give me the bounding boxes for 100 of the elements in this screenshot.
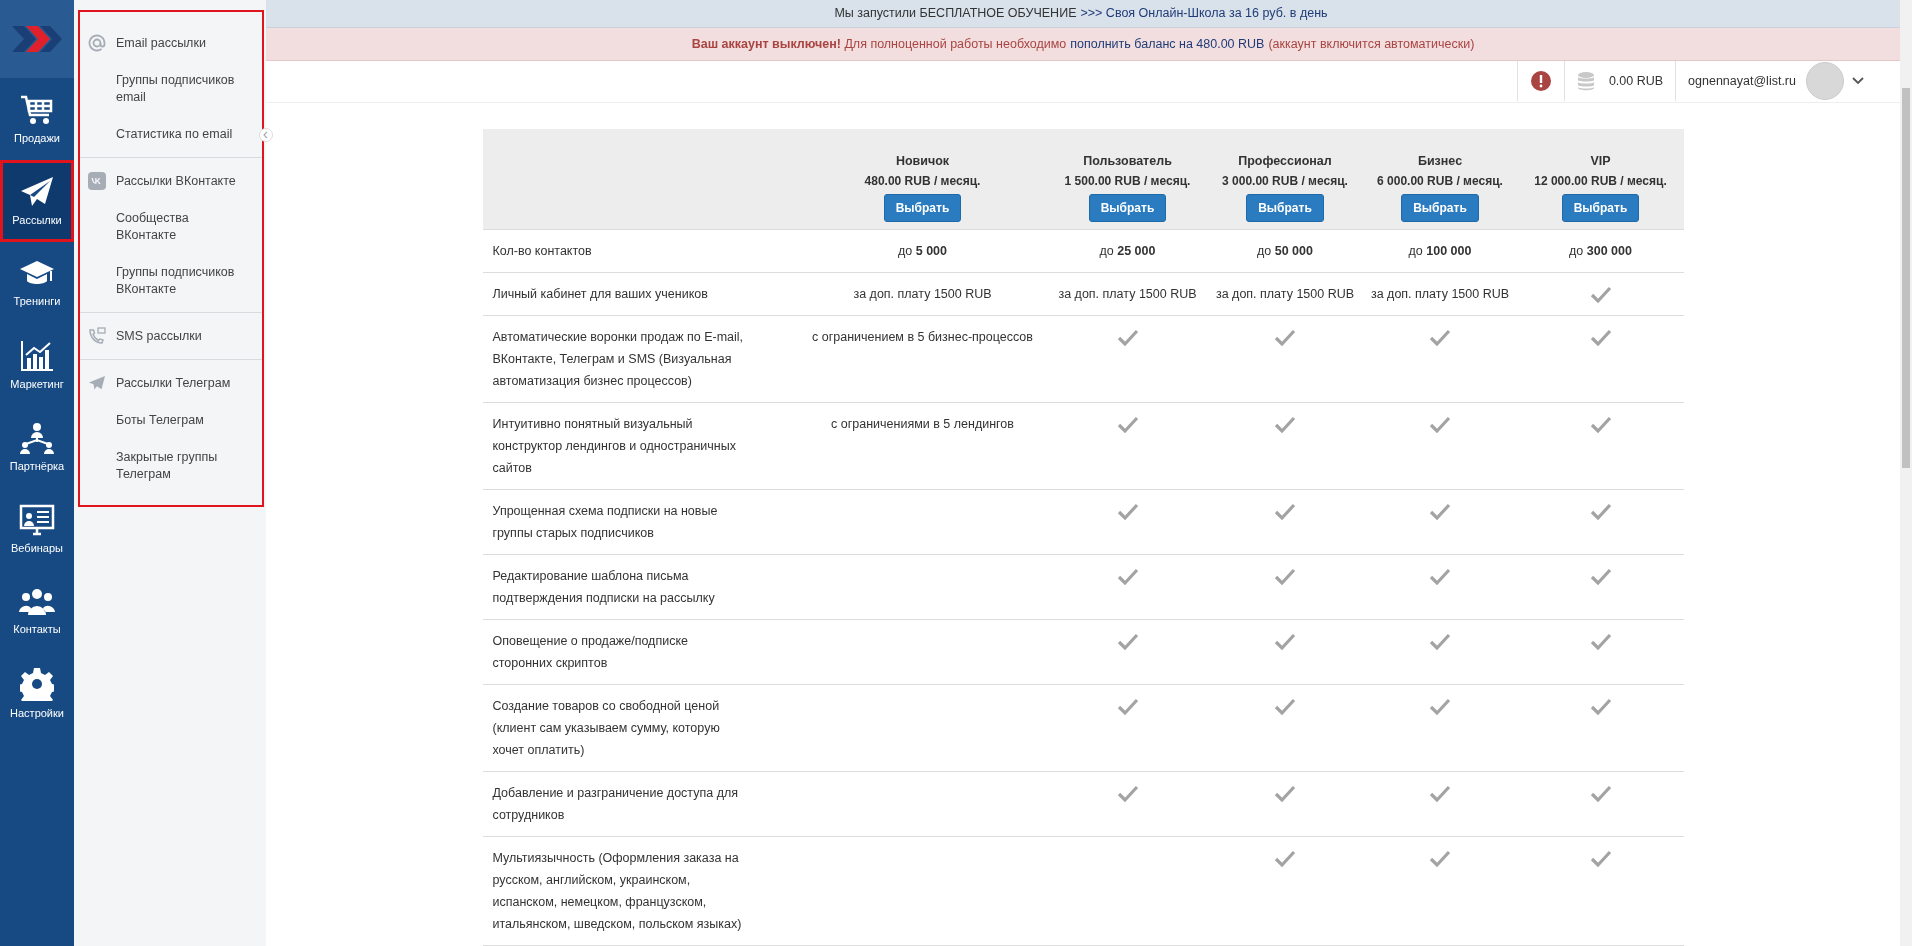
- nav-item[interactable]: Маркетинг: [0, 324, 74, 406]
- table-cell-text: за доп. плату 1500 RUB: [1058, 286, 1197, 303]
- balance-amount: 0.00 RUB: [1608, 74, 1664, 89]
- feature-cell: Упрощенная схема подписки на новые группы старых подписчиков: [482, 490, 798, 555]
- plan-name: Новичок: [895, 154, 950, 168]
- checkmark-icon: [1589, 503, 1612, 521]
- at-sign-icon: [88, 34, 106, 52]
- nav-item[interactable]: Настройки: [0, 652, 74, 734]
- checkmark-icon: [1429, 416, 1451, 434]
- nav-item[interactable]: Вебинары: [0, 488, 74, 570]
- checkmark-icon: [1274, 698, 1296, 716]
- checkmark-icon: [1429, 785, 1451, 803]
- alert-icon[interactable]: [1529, 70, 1552, 93]
- feature-cell: Оповещение о продаже/подписке сторонних скриптов: [482, 620, 798, 685]
- feature-cell: Автоматические воронки продаж по E-mail, ВКонтакте, Телеграм и SMS (Визуальная автоматизация бизнес процессов): [482, 316, 798, 403]
- plan-price: 480.00 RUB / месяц.: [864, 174, 981, 188]
- table-cell-text: с ограничением в 5 бизнес-процессов: [812, 329, 1033, 346]
- select-plan-button[interactable]: Выбрать: [1088, 194, 1167, 222]
- collapse-toggle-icon[interactable]: [259, 128, 273, 142]
- select-plan-button[interactable]: Выбрать: [1561, 194, 1640, 222]
- checkmark-icon: [1429, 633, 1451, 651]
- submenu-item[interactable]: Рассылки Телеграм: [80, 364, 262, 402]
- feature-cell: Интуитивно понятный визуальный конструктор лендингов и одностраничных сайтов: [482, 403, 798, 490]
- plan-name: Профессионал: [1238, 154, 1332, 168]
- table-cell-text: до 100 000: [1408, 243, 1472, 260]
- checkmark-icon: [1116, 785, 1139, 803]
- table-cell-text: до 300 000: [1569, 243, 1632, 260]
- feature-cell: Мультиязычность (Оформления заказа на русском, английском, украинском, испанском, немецком, французском, итальянском, шведском, польском языках): [482, 837, 798, 946]
- submenu-item[interactable]: Сообщества ВКонтакте: [80, 200, 262, 254]
- plan-price: 12 000.00 RUB / месяц.: [1534, 174, 1667, 188]
- vk-icon: [88, 172, 106, 190]
- table-cell-text: до 25 000: [1099, 243, 1156, 260]
- checkmark-icon: [1429, 503, 1451, 521]
- paper-plane-icon: [20, 176, 54, 208]
- feature-cell: Добавление и разграничение доступа для сотрудников: [482, 772, 798, 837]
- nav-item[interactable]: Контакты: [0, 570, 74, 652]
- checkmark-icon: [1589, 416, 1612, 434]
- banner-link[interactable]: пополнить баланс на 480.00 RUB: [1070, 36, 1265, 51]
- nav-item[interactable]: Тренинги: [0, 242, 74, 324]
- cart-icon: [20, 94, 54, 126]
- checkmark-icon: [1589, 850, 1612, 868]
- checkmark-icon: [1589, 286, 1612, 304]
- checkmark-icon: [1116, 416, 1139, 434]
- submenu-item[interactable]: Рассылки ВКонтакте: [80, 162, 262, 200]
- plan-name: Пользователь: [1083, 154, 1172, 168]
- paper-plane-icon: [88, 374, 106, 392]
- select-plan-button[interactable]: Выбрать: [1246, 194, 1324, 222]
- submenu-item[interactable]: Боты Телеграм: [80, 402, 262, 439]
- settings-icon: [20, 667, 54, 701]
- plan-name: Бизнес: [1417, 154, 1463, 168]
- submenu-item[interactable]: Email рассылки: [80, 24, 262, 62]
- plan-name: VIP: [1590, 154, 1611, 168]
- chevron-down-icon[interactable]: [1852, 77, 1864, 86]
- checkmark-icon: [1274, 633, 1296, 651]
- checkmark-icon: [1116, 568, 1139, 586]
- plan-price: 1 500.00 RUB / месяц.: [1064, 174, 1191, 188]
- checkmark-icon: [1274, 416, 1296, 434]
- people-hierarchy-icon: [19, 422, 55, 454]
- checkmark-icon: [1274, 568, 1296, 586]
- table-cell-text: за доп. плату 1500 RUB: [1215, 286, 1355, 303]
- nav-item[interactable]: Продажи: [0, 78, 74, 160]
- user-email[interactable]: ognennayat@list.ru: [1688, 74, 1796, 89]
- checkmark-icon: [1589, 698, 1612, 716]
- submenu-item[interactable]: SMS рассылки: [80, 317, 262, 355]
- people-group-icon: [19, 587, 55, 617]
- submenu-item[interactable]: Группы подписчиков ВКонтакте: [80, 254, 262, 308]
- checkmark-icon: [1274, 785, 1296, 803]
- submenu-item[interactable]: Закрытые группы Телеграм: [80, 439, 262, 493]
- checkmark-icon: [1116, 633, 1139, 651]
- checkmark-icon: [1116, 329, 1139, 347]
- bar-chart-icon: [20, 340, 54, 372]
- checkmark-icon: [1116, 698, 1139, 716]
- feature-cell: Кол-во контактов: [482, 230, 798, 273]
- checkmark-icon: [1274, 329, 1296, 347]
- presentation-screen-icon: [19, 504, 55, 536]
- checkmark-icon: [1589, 568, 1612, 586]
- scrollbar-thumb[interactable]: [1902, 88, 1910, 468]
- checkmark-icon: [1429, 698, 1451, 716]
- checkmark-icon: [1429, 850, 1451, 868]
- submenu-item[interactable]: Группы подписчиков email: [80, 62, 262, 116]
- banner-link[interactable]: >>> Своя Онлайн-Школа за 16 руб. в день: [1080, 6, 1328, 21]
- checkmark-icon: [1274, 850, 1296, 868]
- checkmark-icon: [1429, 568, 1451, 586]
- table-cell-text: до 5 000: [898, 243, 947, 260]
- checkmark-icon: [1116, 503, 1139, 521]
- submenu-item[interactable]: Статистика по email: [80, 116, 262, 153]
- select-plan-button[interactable]: Выбрать: [1401, 194, 1479, 222]
- nav-item[interactable]: Партнёрка: [0, 406, 74, 488]
- table-cell-text: за доп. плату 1500 RUB: [853, 286, 992, 303]
- select-plan-button[interactable]: Выбрать: [883, 194, 962, 222]
- nav-item[interactable]: Рассылки: [0, 160, 74, 242]
- table-cell-text: за доп. плату 1500 RUB: [1370, 286, 1510, 303]
- banner-text: Мы запустили БЕСПЛАТНОЕ ОБУЧЕНИЕ >>> Своя Онлайн-Школа за 16 руб. в день: [834, 6, 1329, 21]
- feature-cell: Личный кабинет для ваших учеников: [482, 273, 798, 316]
- feature-cell: Редактирование шаблона письма подтверждения подписки на рассылку: [482, 555, 798, 620]
- table-cell-text: с ограничениями в 5 лендингов: [831, 416, 1014, 433]
- checkmark-icon: [1589, 329, 1612, 347]
- checkmark-icon: [1274, 503, 1296, 521]
- avatar-icon[interactable]: [1806, 62, 1844, 101]
- checkmark-icon: [1429, 329, 1451, 347]
